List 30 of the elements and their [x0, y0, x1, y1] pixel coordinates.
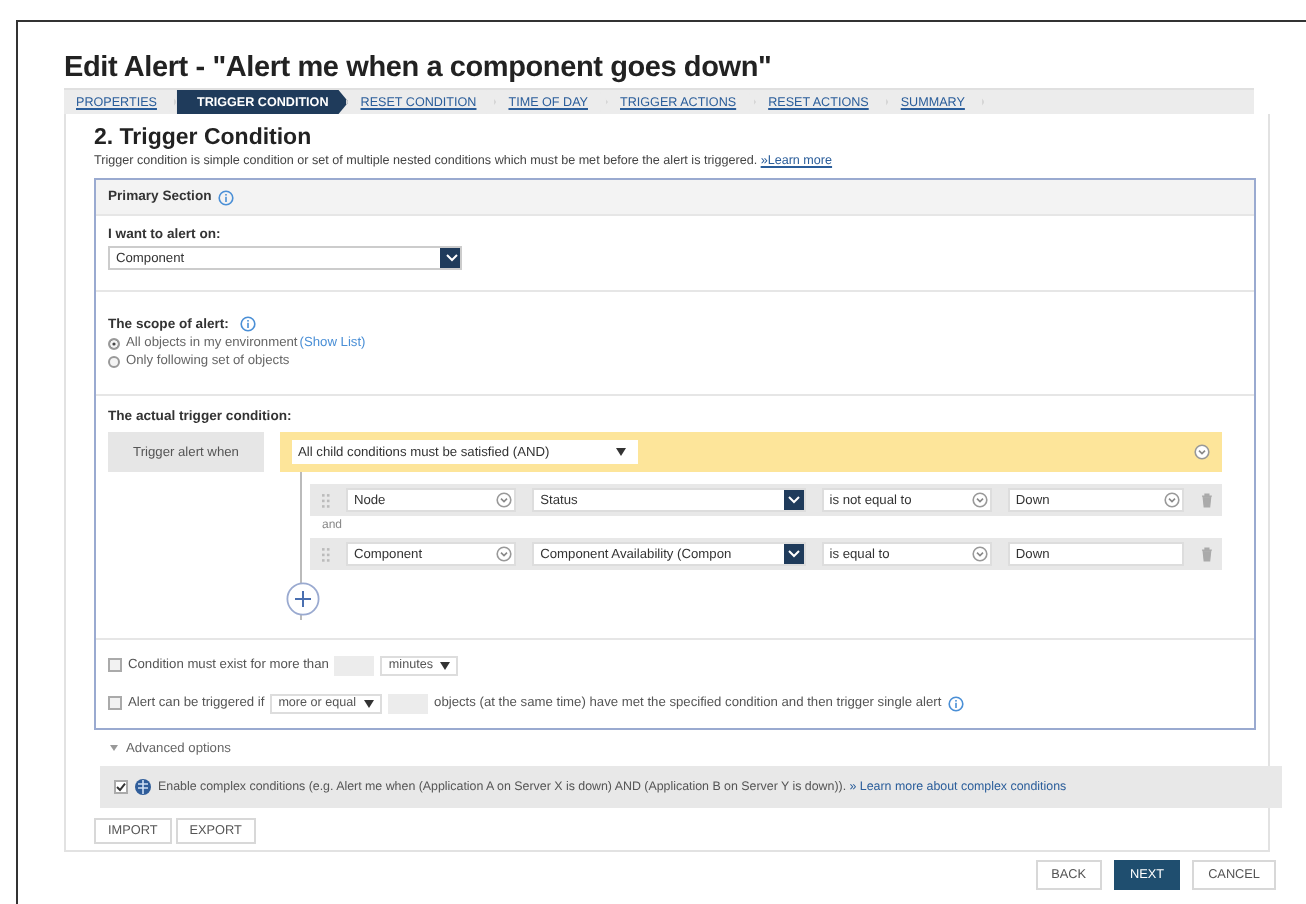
radio-button[interactable] [108, 337, 120, 349]
caret-icon [440, 661, 451, 669]
caret-icon[interactable] [496, 546, 513, 562]
drag-handle-icon[interactable] [322, 493, 330, 507]
info-icon[interactable] [240, 316, 257, 332]
drag-handle-icon[interactable] [322, 547, 330, 561]
checkbox[interactable] [108, 696, 122, 710]
caret-icon[interactable] [971, 492, 988, 508]
check-icon [116, 782, 126, 792]
caret-icon [788, 496, 801, 504]
caret-icon[interactable] [496, 492, 513, 508]
add-condition-icon[interactable] [286, 582, 320, 616]
page-title: Edit Alert - "Alert me when a component goes down" [64, 52, 774, 84]
expand-caret-icon[interactable] [110, 744, 118, 752]
trash-icon[interactable] [1200, 492, 1214, 508]
caret-icon[interactable] [1194, 444, 1210, 460]
info-icon[interactable] [947, 695, 964, 711]
caret-icon [788, 550, 801, 558]
caret-icon [445, 254, 457, 262]
caret-icon [616, 448, 626, 456]
radio-button[interactable] [108, 355, 120, 367]
checkbox[interactable] [108, 658, 122, 672]
caret-icon[interactable] [971, 546, 988, 562]
caret-icon[interactable] [1164, 492, 1181, 508]
info-icon[interactable] [217, 189, 234, 205]
globe-icon [134, 778, 152, 796]
caret-icon [364, 699, 375, 707]
section-heading: 2. Trigger Condition [94, 126, 314, 150]
checkbox[interactable] [114, 780, 128, 794]
trash-icon[interactable] [1200, 546, 1214, 562]
